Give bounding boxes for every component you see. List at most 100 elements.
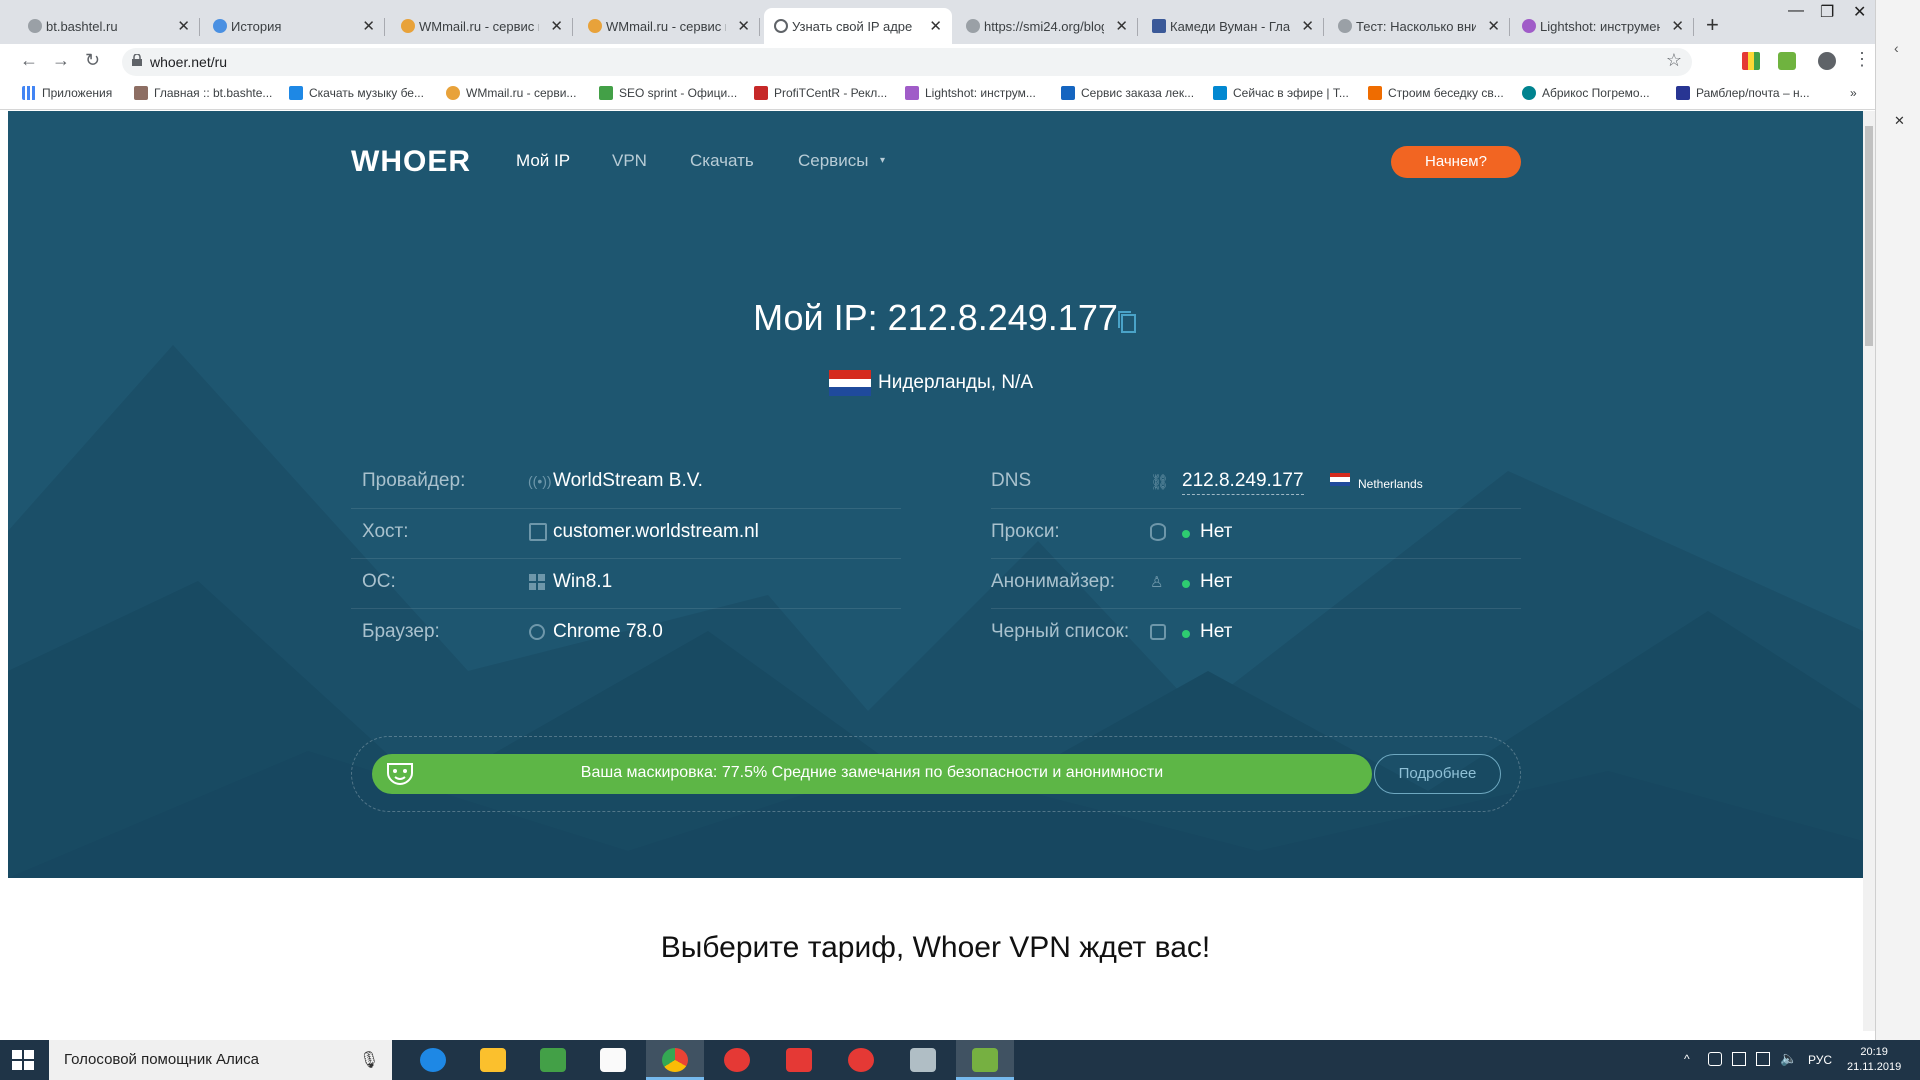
bookmarks-overflow-icon[interactable]: » bbox=[1850, 86, 1857, 100]
taskbar-app[interactable] bbox=[894, 1040, 952, 1080]
tab-active-whoer[interactable]: Узнать свой IP адрес ✕ bbox=[764, 8, 952, 44]
clock[interactable]: 20:19 21.11.2019 bbox=[1847, 1045, 1901, 1075]
close-tab-icon[interactable]: ✕ bbox=[1487, 17, 1500, 35]
close-tab-icon[interactable]: ✕ bbox=[1671, 17, 1684, 35]
taskbar-file[interactable] bbox=[584, 1040, 642, 1080]
bookmark-item[interactable]: Скачать музыку бе... bbox=[289, 86, 424, 100]
nav-services[interactable]: Сервисы bbox=[798, 151, 868, 171]
bookmark-item[interactable]: ProfiTCentR - Рекл... bbox=[754, 86, 887, 100]
window-close-button[interactable]: ✕ bbox=[1853, 2, 1866, 22]
bookmark-apps[interactable]: Приложения bbox=[22, 86, 112, 100]
bookmarks-bar: Приложения Главная :: bt.bashte... Скача… bbox=[0, 80, 1875, 110]
bookmark-item[interactable]: Lightshot: инструм... bbox=[905, 86, 1036, 100]
divider bbox=[351, 558, 901, 559]
close-tab-icon[interactable]: ✕ bbox=[1115, 17, 1128, 35]
close-icon[interactable]: ✕ bbox=[1894, 113, 1905, 129]
whoer-logo[interactable]: WHOER bbox=[351, 145, 471, 179]
bookmark-item[interactable]: Сейчас в эфире | Т... bbox=[1213, 86, 1349, 100]
taskbar-yandex-browser[interactable] bbox=[832, 1040, 890, 1080]
bookmark-item[interactable]: Рамблер/почта – н... bbox=[1676, 86, 1810, 100]
close-tab-icon[interactable]: ✕ bbox=[362, 17, 375, 35]
tab-6[interactable]: https://smi24.org/blog ✕ bbox=[956, 8, 1138, 44]
close-tab-icon[interactable]: ✕ bbox=[737, 17, 750, 35]
divider bbox=[351, 608, 901, 609]
windows-start-icon[interactable] bbox=[12, 1050, 34, 1070]
tab-7[interactable]: Камеди Вуман - Глав ✕ bbox=[1142, 8, 1324, 44]
divider bbox=[991, 508, 1521, 509]
anonymizer-value: Нет bbox=[1200, 571, 1233, 592]
chevron-down-icon: ▾ bbox=[880, 155, 886, 166]
maximize-button[interactable]: ❐ bbox=[1820, 2, 1834, 22]
nav-vpn[interactable]: VPN bbox=[612, 151, 647, 171]
profile-icon[interactable] bbox=[1818, 52, 1836, 70]
taskbar-ie[interactable] bbox=[404, 1040, 462, 1080]
divider bbox=[991, 608, 1521, 609]
mask-status-text: Ваша маскировка: 77.5% Средние замечания… bbox=[580, 764, 1164, 781]
microphone-icon[interactable]: 🎙 bbox=[359, 1050, 379, 1070]
reload-icon[interactable]: ↻ bbox=[85, 50, 100, 71]
close-tab-icon[interactable]: ✕ bbox=[929, 17, 942, 35]
bookmark-star-icon[interactable]: ☆ bbox=[1666, 50, 1682, 71]
back-icon[interactable]: ← bbox=[20, 50, 38, 71]
menu-icon[interactable]: ⋮ bbox=[1853, 49, 1871, 70]
taskbar-explorer[interactable] bbox=[464, 1040, 522, 1080]
bookmark-item[interactable]: WMmail.ru - серви... bbox=[446, 86, 576, 100]
mail-icon bbox=[1676, 86, 1690, 100]
tab-9[interactable]: Lightshot: инструмент ✕ bbox=[1512, 8, 1694, 44]
cube-icon bbox=[1368, 86, 1382, 100]
antenna-icon: ((•)) bbox=[528, 473, 552, 489]
new-tab-button[interactable]: + bbox=[1706, 12, 1719, 38]
bookmark-item[interactable]: Абрикос Погремо... bbox=[1522, 86, 1650, 100]
tab-2[interactable]: История ✕ bbox=[203, 8, 385, 44]
taskbar-search[interactable]: Голосовой помощник Алиса 🎙 bbox=[49, 1040, 392, 1080]
facebook-icon bbox=[1152, 19, 1166, 33]
tab-3[interactable]: WMmail.ru - сервис п ✕ bbox=[391, 8, 573, 44]
address-bar[interactable]: whoer.net/ru ☆ bbox=[122, 48, 1692, 76]
side-panel: ‹ ✕ bbox=[1875, 0, 1920, 1040]
tray-icon[interactable] bbox=[1708, 1052, 1722, 1066]
scrollbar-thumb[interactable] bbox=[1865, 126, 1873, 346]
tab-8[interactable]: Тест: Насколько вним ✕ bbox=[1328, 8, 1510, 44]
divider bbox=[991, 558, 1521, 559]
details-button[interactable]: Подробнее bbox=[1374, 754, 1501, 794]
extension-icon[interactable] bbox=[1742, 52, 1760, 70]
tab-1[interactable]: bt.bashtel.ru ✕ bbox=[18, 8, 200, 44]
taskbar-chrome[interactable] bbox=[646, 1040, 704, 1080]
proxy-value: Нет bbox=[1200, 521, 1233, 542]
bookmark-item[interactable]: SEO sprint - Офици... bbox=[599, 86, 737, 100]
tab-4[interactable]: WMmail.ru - сервис п ✕ bbox=[578, 8, 760, 44]
tab-strip: bt.bashtel.ru ✕ История ✕ WMmail.ru - серв… bbox=[0, 0, 1875, 44]
forward-icon[interactable]: → bbox=[52, 50, 70, 71]
divider bbox=[351, 508, 901, 509]
network-icon: ⛓ bbox=[1150, 474, 1170, 491]
bookmark-item[interactable]: Главная :: bt.bashte... bbox=[134, 86, 272, 100]
network-tray-icon[interactable] bbox=[1756, 1052, 1770, 1066]
taskbar-store[interactable] bbox=[524, 1040, 582, 1080]
tv-icon bbox=[1213, 86, 1227, 100]
ie-icon bbox=[420, 1048, 446, 1072]
page-scrollbar[interactable] bbox=[1863, 111, 1875, 1031]
nav-download[interactable]: Скачать bbox=[690, 151, 754, 171]
input-language[interactable]: РУС bbox=[1808, 1053, 1832, 1067]
windows-icon bbox=[529, 574, 545, 590]
close-tab-icon[interactable]: ✕ bbox=[1301, 17, 1314, 35]
bookmark-item[interactable]: Строим беседку св... bbox=[1368, 86, 1504, 100]
vpn-extension-icon[interactable] bbox=[1778, 52, 1796, 70]
taskbar-yandex[interactable] bbox=[770, 1040, 828, 1080]
taskbar-opera[interactable] bbox=[708, 1040, 766, 1080]
tray-expand-icon[interactable]: ^ bbox=[1684, 1052, 1690, 1066]
browser-icon bbox=[529, 624, 545, 640]
dns-value: 212.8.249.177 bbox=[1182, 470, 1304, 495]
taskbar-utorrent[interactable] bbox=[956, 1040, 1014, 1080]
volume-icon[interactable]: 🔈 bbox=[1780, 1050, 1797, 1067]
tray-icon[interactable] bbox=[1732, 1052, 1746, 1066]
anonymizer-label: Анонимайзер: bbox=[991, 571, 1115, 592]
bookmark-item[interactable]: Сервис заказа лек... bbox=[1061, 86, 1194, 100]
close-tab-icon[interactable]: ✕ bbox=[550, 17, 563, 35]
nav-my-ip[interactable]: Мой IP bbox=[516, 151, 570, 171]
chevron-left-icon[interactable]: ‹ bbox=[1894, 40, 1899, 56]
close-tab-icon[interactable]: ✕ bbox=[177, 17, 190, 35]
minimize-button[interactable]: — bbox=[1788, 2, 1804, 20]
start-button[interactable]: Начнем? bbox=[1391, 146, 1521, 178]
copy-icon[interactable] bbox=[1116, 309, 1138, 335]
